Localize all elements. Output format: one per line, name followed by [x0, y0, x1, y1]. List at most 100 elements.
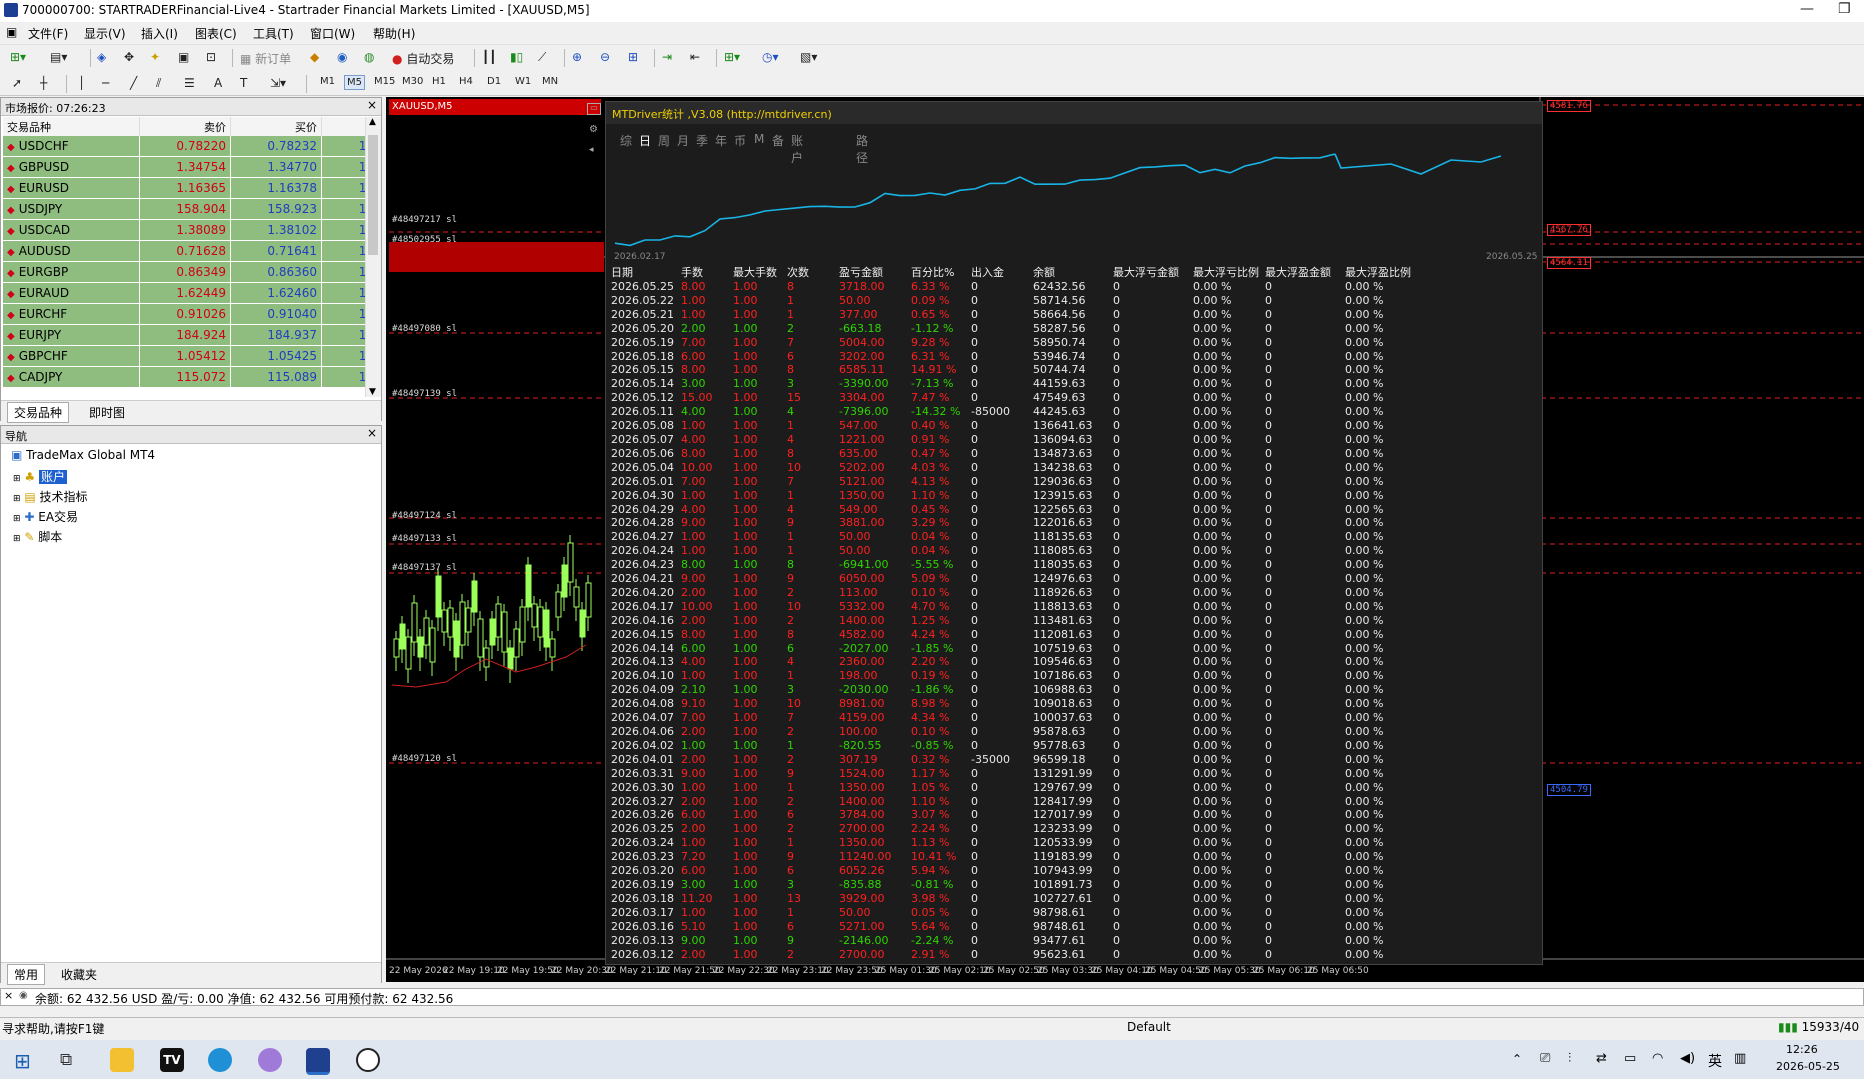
stats-col-header[interactable]: 次数 — [787, 264, 839, 280]
stats-col-header[interactable]: 余额 — [1033, 264, 1113, 280]
market-watch-row[interactable]: ◆EURAUD1.624491.6246011 — [3, 282, 379, 304]
timeframe-m1[interactable]: M1 — [318, 75, 337, 88]
symbol-cell[interactable]: ◆ USDJPY — [3, 198, 140, 220]
order-sl-label[interactable]: #48502955 sl — [392, 235, 457, 245]
templates-icon[interactable]: ▧▾ — [800, 50, 817, 66]
menu-chart[interactable]: 图表(C) — [195, 25, 237, 42]
bid-cell[interactable]: 0.78220 — [139, 136, 231, 157]
vertical-line-icon[interactable]: │ — [78, 76, 85, 92]
ask-cell[interactable]: 0.86360 — [230, 261, 322, 283]
nav-item-accounts[interactable]: ⊞ ♣ 账户 — [13, 468, 67, 485]
clock-time[interactable]: 12:26 — [1786, 1043, 1818, 1056]
battery-icon[interactable]: ▭ — [1624, 1051, 1636, 1066]
text-icon[interactable]: A — [214, 76, 222, 92]
col-bid[interactable]: 卖价 — [139, 117, 231, 136]
symbol-cell[interactable]: ◆ CADJPY — [3, 366, 140, 388]
tray-app-icon-3[interactable]: ⇄ — [1596, 1051, 1607, 1066]
minimize-icon[interactable]: — — [1800, 1, 1814, 17]
timeframe-w1[interactable]: W1 — [513, 75, 533, 88]
order-sl-label[interactable]: #48497080 sl — [392, 324, 457, 334]
cat-app-icon[interactable] — [258, 1048, 282, 1072]
bid-cell[interactable]: 1.62449 — [139, 282, 231, 304]
order-sl-label[interactable]: #48497139 sl — [392, 389, 457, 399]
clock-date[interactable]: 2026-05-25 — [1776, 1060, 1840, 1073]
zoom-in-icon[interactable]: ⊕ — [572, 50, 582, 66]
restore-icon[interactable]: ❐ — [1838, 1, 1851, 17]
timeframe-m30[interactable]: M30 — [400, 75, 425, 88]
edge-icon[interactable] — [208, 1048, 232, 1072]
indicators-icon[interactable]: ⊞▾ — [724, 50, 740, 66]
ask-cell[interactable]: 1.38102 — [230, 219, 322, 241]
metaeditor-icon[interactable]: ◆ — [310, 50, 319, 66]
timeframe-h1[interactable]: H1 — [430, 75, 448, 88]
wifi-icon[interactable]: ◠ — [1652, 1051, 1663, 1066]
nav-root[interactable]: ▣ TradeMax Global MT4 — [11, 448, 155, 462]
stats-tab[interactable]: M — [754, 132, 764, 146]
timeframe-d1[interactable]: D1 — [485, 75, 503, 88]
ask-cell[interactable]: 0.71641 — [230, 240, 322, 262]
market-watch-row[interactable]: ◆EURGBP0.863490.8636011 — [3, 261, 379, 283]
ask-cell[interactable]: 1.62460 — [230, 282, 322, 304]
tab-common[interactable]: 常用 — [7, 964, 46, 985]
menu-window[interactable]: 窗口(W) — [310, 25, 355, 42]
cursor-icon[interactable]: ➚ — [12, 76, 22, 92]
nav-item-indicators[interactable]: ⊞ ▤ 技术指标 — [13, 488, 88, 505]
expand-icon[interactable]: ⊞ — [13, 474, 21, 484]
data-window-icon[interactable]: ✥ — [124, 50, 134, 66]
order-sl-label[interactable]: #48497124 sl — [392, 511, 457, 521]
close-icon[interactable]: × — [367, 426, 377, 440]
market-watch-row[interactable]: ◆AUDUSD0.716280.7164113 — [3, 240, 379, 262]
windows-start-icon[interactable]: ⊞ — [14, 1049, 31, 1073]
trendline-icon[interactable]: ╱ — [130, 76, 137, 92]
nav-item-scripts[interactable]: ⊞ ✎ 脚本 — [13, 528, 62, 545]
bar-chart-icon[interactable]: ┃┃ — [482, 50, 496, 66]
collapse-icon[interactable]: ◂ — [589, 145, 594, 155]
ask-cell[interactable]: 115.089 — [230, 366, 322, 388]
expand-icon[interactable]: ⊞ — [13, 514, 21, 524]
market-icon[interactable]: ◍ — [364, 50, 374, 66]
autoscroll-icon[interactable]: ⇤ — [690, 50, 700, 66]
bid-cell[interactable]: 1.05412 — [139, 345, 231, 367]
app-menu-icon[interactable]: ▣ — [6, 25, 17, 39]
scrollbar-thumb[interactable] — [368, 135, 378, 255]
volume-icon[interactable]: ◀) — [1680, 1051, 1695, 1066]
ime-mode-icon[interactable]: ▥ — [1734, 1051, 1746, 1066]
chart-tab[interactable]: XAUUSD,M5 — [389, 99, 601, 115]
ask-cell[interactable]: 1.16378 — [230, 177, 322, 199]
symbol-cell[interactable]: ◆ EURAUD — [3, 282, 140, 304]
bid-cell[interactable]: 0.71628 — [139, 240, 231, 262]
minimize-panel-icon[interactable]: ▭ — [587, 103, 601, 115]
nav-item-experts[interactable]: ⊞ ✚ EA交易 — [13, 508, 78, 525]
stats-col-header[interactable]: 手数 — [681, 264, 733, 280]
zoom-out-icon[interactable]: ⊖ — [600, 50, 610, 66]
symbol-cell[interactable]: ◆ EURGBP — [3, 261, 140, 283]
market-watch-row[interactable]: ◆EURUSD1.163651.1637813 — [3, 177, 379, 199]
symbol-cell[interactable]: ◆ USDCHF — [3, 136, 140, 157]
menu-view[interactable]: 显示(V) — [84, 25, 126, 42]
order-sl-label[interactable]: #48497217 sl — [392, 215, 457, 225]
menu-file[interactable]: 文件(F) — [28, 25, 68, 42]
bid-cell[interactable]: 115.072 — [139, 366, 231, 388]
tray-app-icon[interactable]: ⎚ — [1540, 1051, 1550, 1066]
scroll-up-icon[interactable]: ▲ — [369, 117, 376, 127]
ask-cell[interactable]: 1.34770 — [230, 156, 322, 178]
bid-cell[interactable]: 0.91026 — [139, 303, 231, 325]
stats-col-header[interactable]: 盈亏金额 — [839, 264, 911, 280]
tile-windows-icon[interactable]: ⊞ — [628, 50, 638, 66]
col-ask[interactable]: 买价 — [230, 117, 322, 136]
symbol-cell[interactable]: ◆ EURCHF — [3, 303, 140, 325]
mt4-taskbar-icon[interactable] — [306, 1048, 330, 1075]
task-view-icon[interactable]: ⧉ — [60, 1050, 72, 1070]
market-watch-row[interactable]: ◆GBPCHF1.054121.0542513 — [3, 345, 379, 367]
bid-cell[interactable]: 1.16365 — [139, 177, 231, 199]
file-explorer-icon[interactable] — [110, 1048, 134, 1072]
tab-favorites[interactable]: 收藏夹 — [55, 965, 103, 984]
stats-col-header[interactable]: 最大浮盈比例 — [1345, 264, 1415, 280]
close-icon[interactable]: × — [4, 989, 13, 1002]
menu-tools[interactable]: 工具(T) — [253, 25, 294, 42]
auto-trading-button[interactable]: ● 自动交易 — [392, 50, 454, 66]
symbol-cell[interactable]: ◆ GBPCHF — [3, 345, 140, 367]
tray-app-icon-2[interactable]: ⫶ — [1568, 1051, 1571, 1066]
market-watch-row[interactable]: ◆USDCHF0.782200.7823212 — [3, 136, 379, 157]
periods-icon[interactable]: ◷▾ — [762, 50, 779, 66]
